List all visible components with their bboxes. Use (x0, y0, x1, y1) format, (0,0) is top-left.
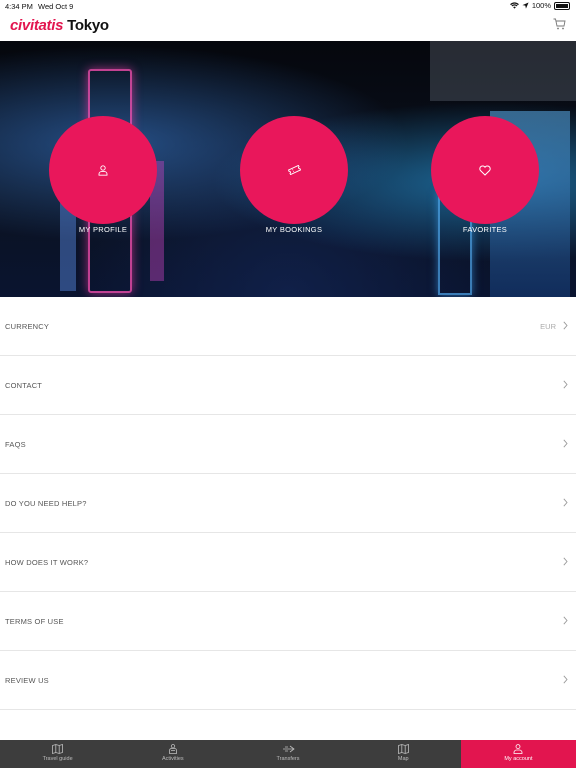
cart-icon[interactable] (553, 18, 566, 30)
tab-bar: Travel guide Activities Transfers Map My… (0, 740, 576, 768)
favorites-label: FAVORITES (462, 225, 508, 234)
user-icon (98, 164, 108, 176)
status-time: 4:34 PM (5, 2, 33, 11)
city-title: Tokyo (67, 17, 109, 34)
ticket-icon (287, 165, 301, 175)
location-icon (522, 2, 529, 9)
chevron-right-icon (563, 557, 568, 566)
menu-item-how-it-works[interactable]: HOW DOES IT WORK? (0, 533, 576, 592)
transfers-icon (282, 745, 295, 753)
menu-item-label: HOW DOES IT WORK? (5, 558, 89, 567)
user-icon (514, 744, 523, 754)
chevron-right-icon (563, 498, 568, 507)
account-menu: CURRENCY EUR CONTACT FAQS DO YOU NEED HE… (0, 297, 576, 710)
my-profile-label: MY PROFILE (78, 225, 128, 234)
menu-item-review[interactable]: REVIEW US (0, 651, 576, 710)
menu-item-label: CURRENCY (5, 322, 50, 331)
chevron-right-icon (563, 675, 568, 684)
menu-item-label: FAQS (5, 440, 26, 449)
tab-label: Map (397, 756, 409, 762)
favorites-button[interactable] (431, 116, 539, 224)
activities-icon (168, 744, 177, 754)
status-bar: 4:34 PM Wed Oct 9 100% (0, 0, 576, 12)
top-bar: civitatis Tokyo (0, 12, 576, 41)
menu-item-label: DO YOU NEED HELP? (5, 499, 87, 508)
brand-logo[interactable]: civitatis (10, 17, 63, 34)
chevron-right-icon (563, 439, 568, 448)
battery-icon (554, 1, 570, 10)
battery-percent: 100% (531, 1, 551, 10)
currency-value: EUR (540, 322, 556, 331)
building-top-right (430, 41, 576, 101)
brand: civitatis Tokyo (10, 17, 109, 34)
tab-activities[interactable]: Activities (115, 740, 230, 768)
chevron-right-icon (563, 616, 568, 625)
tab-my-account[interactable]: My account (460, 740, 576, 768)
hero-banner: MY PROFILE MY BOOKINGS FAVORITES (0, 41, 576, 297)
menu-item-label: REVIEW US (5, 676, 49, 685)
menu-item-faqs[interactable]: FAQS (0, 415, 576, 474)
tab-label: Transfers (276, 756, 300, 762)
tab-transfers[interactable]: Transfers (230, 740, 345, 768)
guide-icon (52, 744, 63, 754)
menu-item-label: TERMS OF USE (5, 617, 64, 626)
heart-icon (479, 164, 491, 176)
tab-map[interactable]: Map (346, 740, 461, 768)
map-icon (397, 744, 409, 754)
my-profile-button[interactable] (49, 116, 157, 224)
menu-item-help[interactable]: DO YOU NEED HELP? (0, 474, 576, 533)
menu-item-contact[interactable]: CONTACT (0, 356, 576, 415)
chevron-right-icon (563, 380, 568, 389)
tab-label: My account (504, 756, 533, 762)
menu-item-terms[interactable]: TERMS OF USE (0, 592, 576, 651)
menu-item-label: CONTACT (5, 381, 43, 390)
tab-label: Activities (161, 756, 184, 762)
tab-travel-guide[interactable]: Travel guide (0, 740, 115, 768)
status-date: Wed Oct 9 (38, 2, 74, 11)
tab-label: Travel guide (42, 756, 73, 762)
my-bookings-label: MY BOOKINGS (265, 225, 323, 234)
my-bookings-button[interactable] (240, 116, 348, 224)
chevron-right-icon (563, 321, 568, 330)
menu-item-currency[interactable]: CURRENCY EUR (0, 297, 576, 356)
wifi-icon (509, 2, 519, 9)
status-right: 100% (509, 1, 570, 10)
